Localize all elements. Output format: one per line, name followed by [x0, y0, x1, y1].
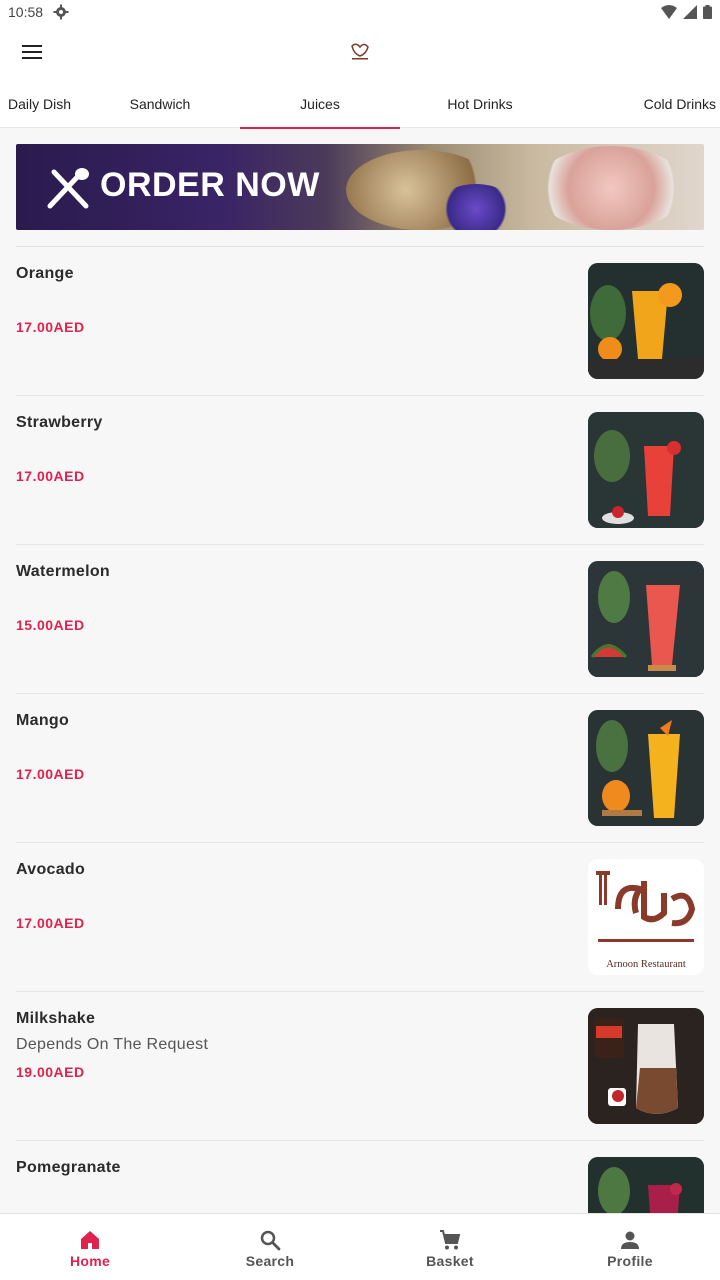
- menu-line: [22, 51, 42, 53]
- item-image[interactable]: [588, 412, 704, 528]
- nav-basket[interactable]: Basket: [360, 1214, 540, 1280]
- placeholder-logo-text: Arnoon Restaurant: [606, 959, 686, 970]
- battery-icon: [703, 5, 712, 19]
- settings-icon: [53, 4, 69, 20]
- nav-home-label: Home: [69, 1253, 111, 1269]
- signal-icon: [683, 5, 697, 19]
- status-time: 10:58: [8, 4, 44, 20]
- person-icon: [621, 1231, 639, 1249]
- item-image[interactable]: [588, 1008, 704, 1124]
- list-item[interactable]: Milkshake Depends On The Request 19.00AE…: [16, 992, 704, 1141]
- banner-food-image: [536, 146, 686, 230]
- nav-search-label: Search: [245, 1253, 295, 1269]
- wifi-icon: [661, 5, 677, 19]
- cart-icon: [440, 1230, 461, 1250]
- item-image[interactable]: Arnoon Restaurant: [588, 859, 704, 975]
- category-tabs: Daily Dish Sandwich Juices Hot Drinks Co…: [0, 80, 720, 129]
- item-name: Orange: [16, 265, 74, 282]
- item-price: 17.00AED: [16, 766, 85, 782]
- menu-line: [22, 57, 42, 59]
- banner-text: ORDER NOW: [100, 166, 320, 204]
- home-icon: [81, 1231, 99, 1249]
- item-price: 17.00AED: [16, 468, 85, 484]
- nav-search[interactable]: Search: [180, 1214, 360, 1280]
- nav-home[interactable]: Home: [0, 1214, 180, 1280]
- item-name: Avocado: [16, 861, 86, 878]
- tab-juices[interactable]: Juices: [240, 80, 400, 129]
- item-image[interactable]: [588, 710, 704, 826]
- nav-profile[interactable]: Profile: [540, 1214, 720, 1280]
- item-name: Mango: [16, 712, 70, 729]
- item-price: 17.00AED: [16, 319, 85, 335]
- menu-line: [22, 45, 42, 47]
- banner-food-image: [436, 184, 516, 230]
- tab-sandwich[interactable]: Sandwich: [80, 80, 240, 128]
- search-icon: [260, 1230, 281, 1251]
- tab-hot-drinks[interactable]: Hot Drinks: [400, 80, 560, 128]
- item-description: Depends On The Request: [16, 1036, 209, 1053]
- item-name: Strawberry: [16, 414, 103, 431]
- tab-daily-dish[interactable]: Daily Dish: [0, 80, 80, 128]
- item-name: Pomegranate: [16, 1159, 121, 1176]
- status-icons: [661, 5, 712, 19]
- product-list: Orange 17.00AED Strawberry 17.00AED Wate…: [16, 246, 704, 1280]
- restaurant-logo: [346, 38, 374, 66]
- list-item[interactable]: Orange 17.00AED: [16, 247, 704, 396]
- app-screen: 10:58 Daily Dish Sandwich Juices Hot Dri…: [0, 0, 720, 1280]
- status-bar: 10:58: [0, 0, 720, 24]
- list-item[interactable]: Mango 17.00AED: [16, 694, 704, 843]
- item-image[interactable]: [588, 561, 704, 677]
- list-item[interactable]: Avocado 17.00AED Arnoon Restaurant: [16, 843, 704, 992]
- tab-cold-drinks[interactable]: Cold Drinks: [560, 80, 720, 128]
- nav-profile-label: Profile: [607, 1253, 653, 1269]
- order-now-banner[interactable]: ORDER NOW: [16, 144, 704, 230]
- bottom-navigation: Home Search Basket Profile: [0, 1213, 720, 1280]
- app-bar: [0, 24, 720, 80]
- item-name: Milkshake: [16, 1010, 96, 1027]
- item-name: Watermelon: [16, 563, 110, 580]
- hamburger-menu-button[interactable]: [16, 38, 48, 66]
- list-item[interactable]: Watermelon 15.00AED: [16, 545, 704, 694]
- item-image[interactable]: [588, 263, 704, 379]
- item-price: 15.00AED: [16, 617, 85, 633]
- list-item[interactable]: Strawberry 17.00AED: [16, 396, 704, 545]
- item-price: 17.00AED: [16, 915, 85, 931]
- item-price: 19.00AED: [16, 1064, 85, 1080]
- nav-basket-label: Basket: [426, 1253, 474, 1269]
- fork-spoon-icon: [47, 168, 89, 209]
